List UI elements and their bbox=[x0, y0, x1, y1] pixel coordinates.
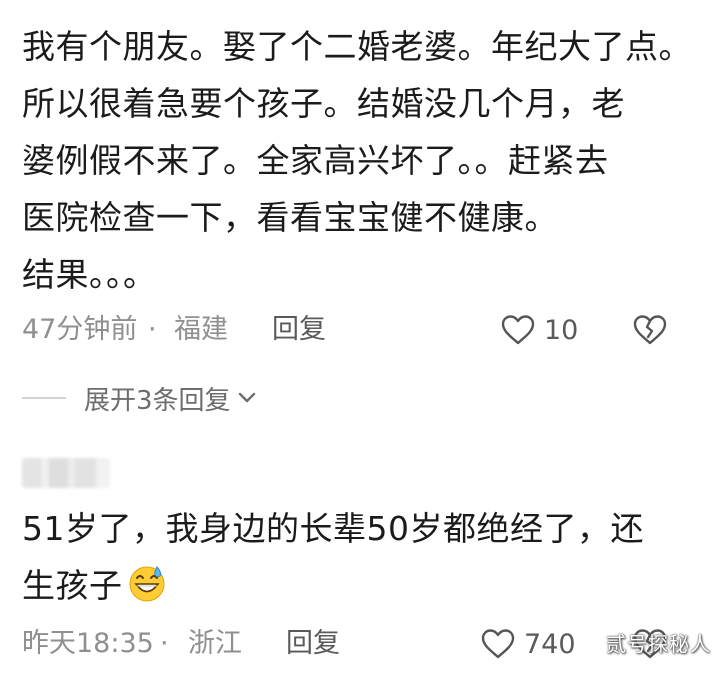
comment-timestamp: 昨天18:35 bbox=[22, 628, 154, 659]
avatar-username-blurred[interactable] bbox=[22, 458, 110, 488]
heart-outline-icon bbox=[481, 629, 515, 659]
comment-timestamp: 47分钟前 bbox=[22, 314, 138, 345]
like-count: 10 bbox=[544, 314, 579, 346]
reply-button[interactable]: 回复 bbox=[272, 310, 326, 350]
grinning-sweat-emoji bbox=[127, 563, 167, 620]
watermark: 贰号探秘人 bbox=[606, 632, 711, 656]
comment-text-line: 我有个朋友。娶了个二婚老婆。年纪大了点。 bbox=[22, 27, 692, 66]
comment-text-line: 结果。。。 bbox=[22, 255, 157, 294]
like-button[interactable]: 10 bbox=[500, 310, 578, 350]
like-button[interactable]: 740 bbox=[480, 624, 576, 664]
comment-item-1: 我有个朋友。娶了个二婚老婆。年纪大了点。 所以很着急要个孩子。结婚没几个月，老 … bbox=[22, 18, 702, 303]
comment-text-line: 医院检查一下，看看宝宝健不健康。 bbox=[22, 198, 558, 237]
comment-location: 福建 bbox=[174, 314, 228, 345]
expand-replies-button[interactable]: 展开3条回复 bbox=[22, 380, 257, 416]
meta-separator: · bbox=[148, 314, 157, 345]
comment-meta-1: 47分钟前 · 福建 回复 10 bbox=[22, 310, 702, 350]
expand-replies-label: 展开3条回复 bbox=[84, 385, 231, 416]
chevron-down-icon bbox=[238, 392, 255, 403]
comment-text-line: 所以很着急要个孩子。结婚没几个月，老 bbox=[22, 84, 625, 123]
comment-text-segment: 生孩子 bbox=[22, 566, 123, 605]
comment-item-2: 51岁了，我身边的长辈50岁都绝经了，还 生孩子 bbox=[22, 500, 702, 620]
comment-text-line: 51岁了，我身边的长辈50岁都绝经了，还 bbox=[22, 509, 644, 548]
heart-outline-icon bbox=[501, 315, 535, 345]
reply-button[interactable]: 回复 bbox=[286, 624, 340, 664]
comment-location: 浙江 bbox=[188, 628, 242, 659]
comment-text-line: 婆例假不来了。全家高兴坏了。。赶紧去 bbox=[22, 141, 609, 180]
dislike-button[interactable] bbox=[632, 310, 668, 350]
broken-heart-icon bbox=[633, 315, 667, 345]
comment-text-line: 生孩子 bbox=[22, 557, 702, 620]
like-count: 740 bbox=[524, 628, 576, 660]
meta-separator: · bbox=[160, 628, 169, 659]
comment-meta-2: 昨天18:35 · 浙江 回复 740 bbox=[22, 624, 702, 664]
divider bbox=[22, 397, 66, 399]
